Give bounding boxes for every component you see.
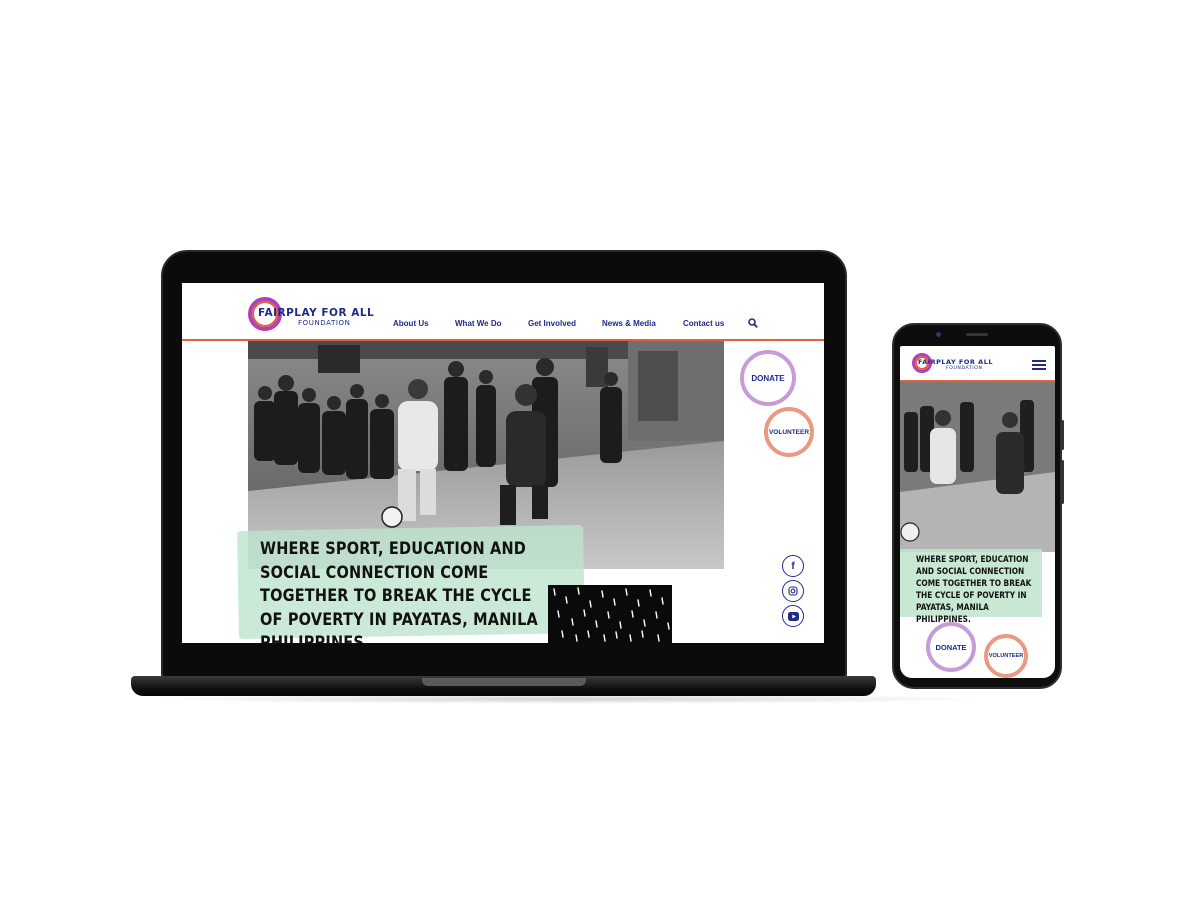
phone-camera	[936, 332, 941, 337]
nav-contact-us[interactable]: Contact us	[683, 319, 724, 328]
mobile-website: FAIRPLAY FOR ALL FOUNDATION WHERE SPORT,…	[900, 346, 1055, 678]
volunteer-label: VOLUNTEER	[768, 428, 810, 436]
hero-photo	[900, 382, 1055, 552]
youtube-icon[interactable]	[782, 605, 804, 627]
donate-label: DONATE	[751, 373, 785, 383]
donate-label: DONATE	[935, 642, 967, 652]
instagram-icon[interactable]	[782, 580, 804, 602]
volunteer-button[interactable]: VOLUNTEER	[764, 407, 814, 457]
site-header: FAIRPLAY FOR ALL FOUNDATION About Us Wha…	[182, 283, 824, 339]
hero-headline: WHERE SPORT, EDUCATION AND SOCIAL CONNEC…	[260, 539, 538, 643]
search-icon[interactable]	[748, 318, 758, 328]
menu-icon[interactable]	[1032, 360, 1046, 370]
logo-subtitle: FOUNDATION	[298, 319, 351, 327]
nav-news-media[interactable]: News & Media	[602, 319, 656, 328]
desktop-website: FAIRPLAY FOR ALL FOUNDATION About Us Wha…	[182, 283, 824, 643]
donate-button[interactable]: DONATE	[740, 350, 796, 406]
logo-subtitle: FOUNDATION	[946, 366, 983, 371]
logo-title: FAIRPLAY FOR ALL	[918, 358, 993, 366]
nav-about-us[interactable]: About Us	[393, 319, 429, 328]
nav-get-involved[interactable]: Get Involved	[528, 319, 576, 328]
phone-speaker	[966, 333, 988, 336]
donate-button[interactable]: DONATE	[926, 622, 976, 672]
decorative-pattern	[548, 585, 672, 643]
volunteer-label: VOLUNTEER	[988, 653, 1024, 659]
nav-what-we-do[interactable]: What We Do	[455, 319, 502, 328]
hero-headline: WHERE SPORT, EDUCATION AND SOCIAL CONNEC…	[916, 555, 1032, 625]
logo-title: FAIRPLAY FOR ALL	[258, 307, 375, 319]
volunteer-button[interactable]: VOLUNTEER	[984, 634, 1028, 678]
laptop-notch	[422, 678, 586, 686]
phone-volume-button	[1061, 460, 1064, 504]
facebook-icon[interactable]: f	[782, 555, 804, 577]
phone-power-button	[1061, 420, 1064, 450]
